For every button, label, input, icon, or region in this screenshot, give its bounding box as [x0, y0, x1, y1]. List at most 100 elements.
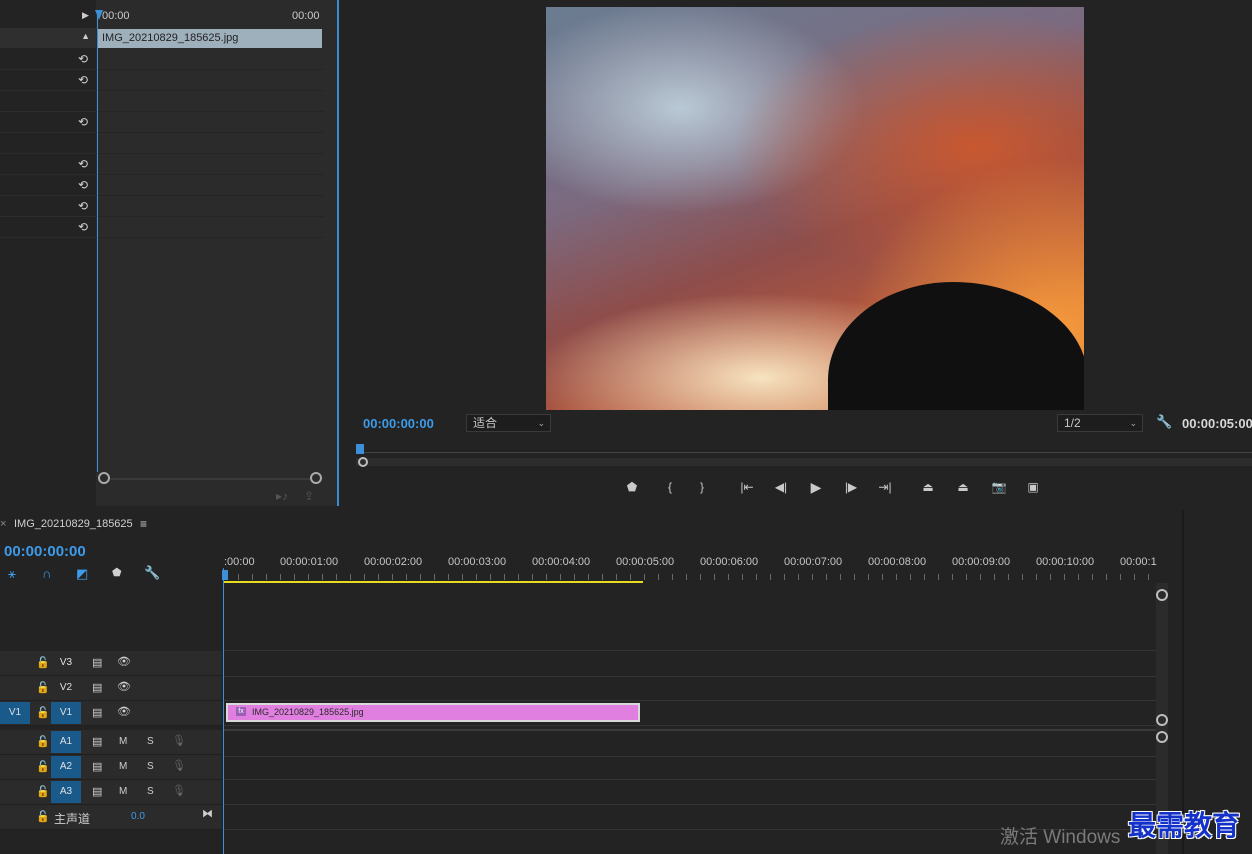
property-row[interactable]: ⟲	[0, 112, 96, 133]
eye-icon[interactable]: 👁	[117, 655, 131, 668]
property-row[interactable]: ⟲	[0, 196, 96, 217]
track-body-v3[interactable]	[224, 650, 1156, 677]
property-row[interactable]: ⟲	[0, 154, 96, 175]
go-to-edit-icon[interactable]: ⧓	[202, 807, 213, 820]
nest-toggle-icon[interactable]: ⚹	[8, 566, 16, 582]
scrubber-zoom-handle[interactable]	[358, 457, 368, 467]
scroll-handle-mid[interactable]	[1156, 714, 1168, 726]
property-row[interactable]	[0, 133, 96, 154]
timeline-settings-icon[interactable]: 🔧	[144, 565, 160, 581]
time-ruler[interactable]: :00:00 00:00:01:00 00:00:02:00 00:00:03:…	[224, 552, 1157, 584]
track-target-v2[interactable]: V2	[51, 677, 81, 699]
sync-lock-icon[interactable]: ▤	[92, 656, 102, 669]
camera-icon[interactable]: 📷	[989, 478, 1009, 496]
property-row[interactable]: ⟲	[0, 175, 96, 196]
program-timecode[interactable]: 00:00:00:00	[363, 416, 434, 431]
collapse-icon[interactable]: ▲	[81, 31, 90, 41]
scroll-handle-right[interactable]	[310, 472, 322, 484]
scroll-bar[interactable]	[110, 478, 310, 480]
resolution-dropdown[interactable]: 1/2 ⌄	[1057, 414, 1143, 432]
track-body-a1[interactable]	[224, 729, 1156, 757]
ec-playhead-marker-icon[interactable]	[95, 10, 103, 20]
sync-lock-icon[interactable]: ▤	[92, 760, 102, 773]
snap-magnet-icon[interactable]: ∩	[42, 566, 51, 581]
sequence-tab[interactable]: IMG_20210829_185625	[14, 518, 133, 530]
property-row[interactable]: ⟲	[0, 49, 96, 70]
mute-button[interactable]: M	[119, 786, 127, 797]
audio-only-icon[interactable]: ▸♪	[276, 489, 288, 503]
reset-icon[interactable]: ⟲	[78, 115, 88, 129]
source-patch-v1[interactable]: V1	[0, 702, 30, 724]
sync-lock-icon[interactable]: ▤	[92, 706, 102, 719]
program-scrubber[interactable]	[356, 444, 1252, 467]
ec-clip-bar[interactable]: IMG_20210829_185625.jpg	[98, 29, 322, 48]
mute-button[interactable]: M	[119, 761, 127, 772]
step-forward-icon[interactable]: |▶	[841, 478, 861, 496]
lock-icon[interactable]: 🔓	[36, 735, 50, 748]
sync-lock-icon[interactable]: ▤	[92, 681, 102, 694]
track-target-a2[interactable]: A2	[51, 756, 81, 778]
scroll-handle-top[interactable]	[1156, 589, 1168, 601]
lock-icon[interactable]: 🔓	[36, 785, 50, 798]
track-target-a3[interactable]: A3	[51, 781, 81, 803]
effect-header-row[interactable]: ▲	[0, 28, 96, 48]
reset-icon[interactable]: ⟲	[78, 178, 88, 192]
ec-playhead[interactable]	[97, 12, 98, 472]
extract-icon[interactable]: ⏏	[953, 478, 973, 496]
go-to-out-icon[interactable]: ⇥|	[875, 478, 895, 496]
eye-icon[interactable]: 👁	[117, 680, 131, 693]
wrench-icon[interactable]: 🔧	[1156, 414, 1172, 430]
timeline-playhead-marker-icon[interactable]	[222, 570, 228, 580]
microphone-icon[interactable]: 🎙	[172, 759, 186, 772]
timeline-playhead[interactable]	[223, 568, 224, 854]
lock-icon[interactable]: 🔓	[36, 810, 50, 823]
reset-icon[interactable]: ⟲	[78, 220, 88, 234]
solo-button[interactable]: S	[147, 736, 154, 747]
track-target-v1[interactable]: V1	[51, 702, 81, 724]
add-marker-icon[interactable]: ⬟	[622, 478, 642, 496]
scrubber-playhead[interactable]	[356, 444, 364, 454]
solo-button[interactable]: S	[147, 786, 154, 797]
reset-icon[interactable]: ⟲	[78, 52, 88, 66]
property-row[interactable]: ⟲	[0, 217, 96, 238]
reset-icon[interactable]: ⟲	[78, 199, 88, 213]
scroll-handle-audio[interactable]	[1156, 731, 1168, 743]
panel-menu-icon[interactable]: ≡	[140, 517, 147, 531]
scroll-handle-left[interactable]	[98, 472, 110, 484]
microphone-icon[interactable]: 🎙	[172, 734, 186, 747]
property-row[interactable]: ⟲	[0, 70, 96, 91]
lock-icon[interactable]: 🔓	[36, 681, 50, 694]
lock-icon[interactable]: 🔓	[36, 656, 50, 669]
lock-icon[interactable]: 🔓	[36, 760, 50, 773]
play-icon[interactable]: ▶	[806, 478, 826, 496]
eye-icon[interactable]: 👁	[117, 705, 131, 718]
sync-lock-icon[interactable]: ▤	[92, 785, 102, 798]
reset-icon[interactable]: ⟲	[78, 157, 88, 171]
timeline-timecode[interactable]: 00:00:00:00	[4, 543, 86, 560]
go-to-in-icon[interactable]: |⇤	[737, 478, 757, 496]
mute-button[interactable]: M	[119, 736, 127, 747]
solo-button[interactable]: S	[147, 761, 154, 772]
track-body-a2[interactable]	[224, 754, 1156, 780]
sync-lock-icon[interactable]: ▤	[92, 735, 102, 748]
reset-icon[interactable]: ⟲	[78, 73, 88, 87]
track-body-a3[interactable]	[224, 779, 1156, 805]
mark-out-icon[interactable]: }	[692, 478, 712, 496]
export-icon[interactable]: ⇪	[304, 489, 314, 503]
step-back-icon[interactable]: ◀|	[771, 478, 791, 496]
add-marker-icon[interactable]: ⬟	[112, 566, 122, 579]
property-row[interactable]	[0, 91, 96, 112]
work-area-bar[interactable]	[224, 581, 643, 583]
expand-arrow-icon[interactable]: ▶	[82, 10, 89, 21]
zoom-dropdown[interactable]: 适合 ⌄	[466, 414, 551, 432]
comparison-view-icon[interactable]: ▣	[1023, 478, 1043, 496]
track-target-a1[interactable]: A1	[51, 731, 81, 753]
track-body-v2[interactable]	[224, 675, 1156, 701]
mark-in-icon[interactable]: {	[660, 478, 680, 496]
microphone-icon[interactable]: 🎙	[172, 784, 186, 797]
timeline-clip[interactable]: fx IMG_20210829_185625.jpg	[226, 703, 640, 722]
track-target-v3[interactable]: V3	[51, 652, 81, 674]
master-volume-value[interactable]: 0.0	[131, 811, 145, 822]
lift-icon[interactable]: ⏏	[918, 478, 938, 496]
lock-icon[interactable]: 🔓	[36, 706, 50, 719]
